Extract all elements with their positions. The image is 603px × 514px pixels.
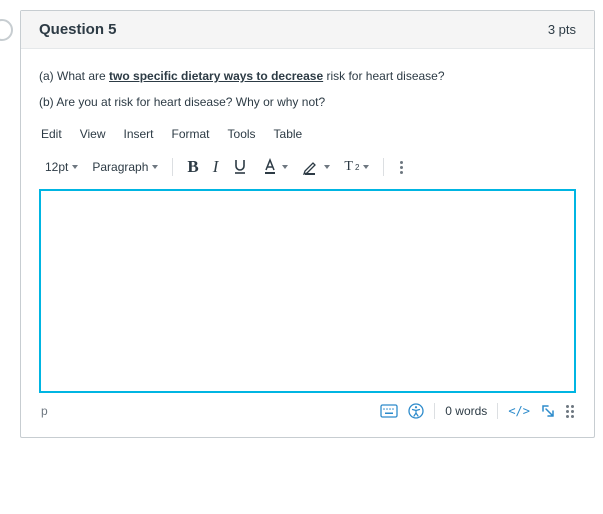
menu-table[interactable]: Table [274,127,303,141]
editor-menubar: Edit View Insert Format Tools Table [39,127,576,151]
more-tools-button[interactable] [394,157,409,178]
text-color-button[interactable] [258,156,292,178]
accessibility-checker-button[interactable] [408,403,424,419]
menu-view[interactable]: View [80,127,106,141]
underline-icon [232,158,248,176]
superscript-button[interactable]: T2 [340,157,373,177]
fullscreen-button[interactable] [540,403,556,419]
bold-button[interactable]: B [183,155,202,179]
highlight-color-button[interactable] [298,156,334,178]
prompt-a-underlined: two specific dietary ways to decrease [109,69,323,83]
accessibility-icon [408,403,424,419]
menu-tools[interactable]: Tools [228,127,256,141]
superscript-exp: 2 [355,163,359,172]
underline-button[interactable] [228,156,252,178]
menu-format[interactable]: Format [172,127,210,141]
chevron-down-icon [324,165,330,169]
text-color-icon [262,158,278,176]
highlight-icon [302,158,320,176]
toolbar-separator [383,158,384,176]
paragraph-label: Paragraph [92,160,148,174]
editor-content-area[interactable] [39,189,576,393]
question-prompt: (a) What are two specific dietary ways t… [39,69,576,109]
paragraph-select[interactable]: Paragraph [88,158,162,176]
html-view-button[interactable]: </> [508,404,530,418]
toolbar-separator [172,158,173,176]
chevron-down-icon [152,165,158,169]
question-points: 3 pts [548,22,576,37]
footer-separator [434,403,435,419]
keyboard-icon [380,404,398,418]
italic-button[interactable]: I [209,155,223,179]
editor-footer: p [39,393,576,423]
drag-handle-icon [566,405,574,418]
font-size-label: 12pt [45,160,68,174]
element-path[interactable]: p [41,404,48,418]
resize-handle[interactable] [566,405,574,418]
superscript-t: T [344,159,353,175]
rich-text-editor: Edit View Insert Format Tools Table 12pt… [39,127,576,423]
prompt-a-prefix: (a) What are [39,69,109,83]
status-circle-icon [0,19,13,41]
menu-insert[interactable]: Insert [123,127,153,141]
editor-toolbar: 12pt Paragraph B I [39,151,576,189]
question-title: Question 5 [39,21,117,38]
word-count[interactable]: 0 words [445,404,487,418]
chevron-down-icon [363,165,369,169]
footer-right: 0 words </> [380,403,574,419]
prompt-a-suffix: risk for heart disease? [323,69,444,83]
footer-separator [497,403,498,419]
prompt-a: (a) What are two specific dietary ways t… [39,69,576,83]
font-size-select[interactable]: 12pt [41,158,82,176]
prompt-b: (b) Are you at risk for heart disease? W… [39,95,576,109]
question-card: Question 5 3 pts (a) What are two specif… [20,10,595,438]
fullscreen-icon [540,403,556,419]
chevron-down-icon [72,165,78,169]
more-vertical-icon [398,159,405,176]
chevron-down-icon [282,165,288,169]
question-body: (a) What are two specific dietary ways t… [21,49,594,437]
menu-edit[interactable]: Edit [41,127,62,141]
keyboard-shortcuts-button[interactable] [380,404,398,418]
question-header: Question 5 3 pts [21,11,594,49]
